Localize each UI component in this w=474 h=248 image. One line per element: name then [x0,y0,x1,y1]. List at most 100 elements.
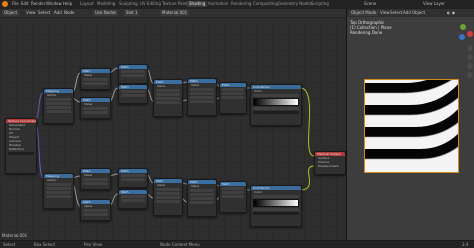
menu-view[interactable]: View [26,10,36,16]
tab-modeling[interactable]: Modeling [95,1,117,7]
node-field[interactable] [156,196,180,199]
menu-file[interactable]: File [12,1,19,7]
node-field[interactable] [46,102,71,105]
vp-menu-select[interactable]: Select [390,10,402,16]
math-node-upper-1[interactable]: Math Value [80,68,111,90]
tab-sculpting[interactable]: Sculpting [117,1,140,7]
menu-add[interactable]: Add [54,10,62,16]
node-field[interactable] [156,93,180,96]
use-nodes-toggle[interactable]: Use Nodes [93,10,119,16]
node-field[interactable] [121,90,145,93]
node-field[interactable] [190,193,214,196]
node-field[interactable] [83,82,108,85]
object-field[interactable] [8,152,34,155]
node-field[interactable] [190,201,214,204]
tab-texture-paint[interactable]: Texture Paint [160,1,190,7]
menu-node[interactable]: Node [64,10,74,16]
object-mode-selector[interactable]: Object Mode [349,10,379,16]
blender-logo-icon[interactable] [2,1,8,7]
scene-selector[interactable]: Scene [364,1,376,7]
node-field[interactable] [46,183,71,186]
menu-render[interactable]: Render [31,1,45,7]
math-node-lower-6[interactable]: Math Value [187,179,217,217]
node-field[interactable] [83,111,108,114]
shader-node-editor[interactable]: Object View Select Add Node Use Nodes Sl… [0,9,346,240]
perspective-toggle-icon[interactable] [467,72,473,78]
node-field[interactable] [222,195,244,198]
math-node-upper-5[interactable]: Math Value [153,79,183,117]
color-ramp-gradient[interactable] [253,199,299,207]
color-ramp-gradient[interactable] [253,98,299,106]
node-canvas[interactable]: Texture Coordinate Generated Normal UV O… [0,18,346,240]
node-field[interactable] [190,92,214,95]
material-selector[interactable]: Material.001 [160,10,190,16]
texture-coordinate-node[interactable]: Texture Coordinate Generated Normal UV O… [5,118,37,174]
math-node-lower-2[interactable]: Math Value [80,199,111,221]
math-node-lower-5[interactable]: Math Value [153,178,183,216]
node-field[interactable] [83,107,108,110]
node-field[interactable] [222,187,244,190]
3d-viewport[interactable]: Object Mode View Select Add Object ◐ ◉ T… [346,9,474,240]
ramp-controls[interactable] [253,94,299,97]
node-field[interactable] [83,182,108,185]
node-field[interactable] [46,98,71,101]
node-field[interactable] [121,70,145,73]
node-field[interactable] [46,110,71,113]
node-field[interactable] [156,101,180,104]
gizmo-z-axis-icon[interactable] [459,34,465,40]
material-output-node[interactable]: Material Output Surface Volume Displacem… [314,151,346,175]
menu-edit[interactable]: Edit [21,1,29,7]
camera-view-icon[interactable] [467,63,473,69]
node-field[interactable] [121,195,145,198]
gizmo-y-axis-icon[interactable] [460,24,466,30]
colorramp-node-lower[interactable]: ColorRamp Color [250,185,302,227]
node-field[interactable] [156,89,180,92]
mapping-node-lower[interactable]: Mapping Vector [43,173,74,209]
ramp-color-field[interactable] [253,212,299,215]
ramp-position-field[interactable] [253,208,299,211]
tab-shading[interactable]: Shading [187,1,208,7]
vp-menu-view[interactable]: View [380,10,390,16]
node-field[interactable] [121,174,145,177]
menu-help[interactable]: Help [63,1,72,7]
ramp-color-field[interactable] [253,111,299,114]
view-layer-selector[interactable]: View Layer [423,1,445,7]
gizmo-x-axis-icon[interactable] [467,31,473,37]
zoom-icon[interactable] [467,45,473,51]
node-field[interactable] [46,187,71,190]
ramp-controls[interactable] [253,195,299,198]
math-node-upper-6[interactable]: Math Value [187,78,217,116]
tab-rendering[interactable]: Rendering [229,1,253,7]
node-field[interactable] [190,189,214,192]
math-node-upper-2[interactable]: Math Value [80,97,111,119]
node-field[interactable] [83,209,108,212]
node-field[interactable] [190,96,214,99]
node-field[interactable] [156,192,180,195]
tab-scripting[interactable]: Scripting [309,1,331,7]
math-node-lower-3[interactable]: Math [118,168,148,188]
node-field[interactable] [46,195,71,198]
math-node-lower-1[interactable]: Math Value [80,168,111,190]
node-field[interactable] [190,197,214,200]
math-node-upper-3[interactable]: Math [118,64,148,84]
pan-icon[interactable] [467,54,473,60]
node-field[interactable] [190,88,214,91]
node-field[interactable] [121,74,145,77]
node-field[interactable] [222,92,244,95]
tab-animation[interactable]: Animation [206,1,230,7]
colorramp-node-upper[interactable]: ColorRamp Color [250,84,302,126]
node-field[interactable] [83,178,108,181]
editor-type-selector[interactable]: Object [2,10,20,16]
vp-menu-object[interactable]: Object [412,10,425,16]
math-node-upper-7[interactable]: Math [219,82,247,114]
node-field[interactable] [46,191,71,194]
node-field[interactable] [156,188,180,191]
viewport-shading-icon[interactable]: ◐ ◉ [447,10,455,16]
node-field[interactable] [83,78,108,81]
math-node-lower-7[interactable]: Math [219,181,247,213]
ramp-position-field[interactable] [253,107,299,110]
node-field[interactable] [156,97,180,100]
mapping-node-upper[interactable]: Mapping Vector [43,88,74,124]
math-node-upper-4[interactable]: Math [118,84,148,104]
tab-layout[interactable]: Layout [78,1,96,7]
